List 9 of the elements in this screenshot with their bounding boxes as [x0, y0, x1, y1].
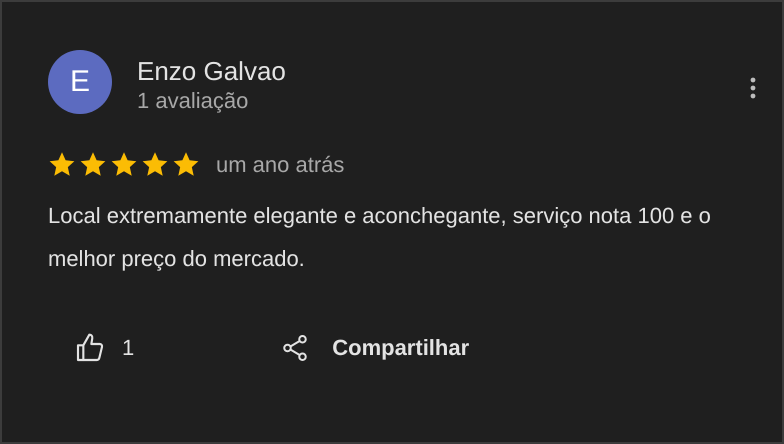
review-text: Local extremamente elegante e aconchegante, serviço nota 100 e o melhor preço do mercado.	[48, 202, 712, 273]
review-time: um ano atrás	[216, 152, 344, 178]
like-button[interactable]: 1	[74, 328, 134, 368]
more-options-icon[interactable]	[750, 76, 756, 100]
review-count: 1 avaliação	[137, 87, 250, 115]
avatar: E	[48, 50, 112, 114]
share-button[interactable]: Compartilhar	[280, 328, 470, 368]
author-name: Enzo Galvao	[137, 55, 286, 87]
thumbs-up-icon	[74, 332, 106, 364]
